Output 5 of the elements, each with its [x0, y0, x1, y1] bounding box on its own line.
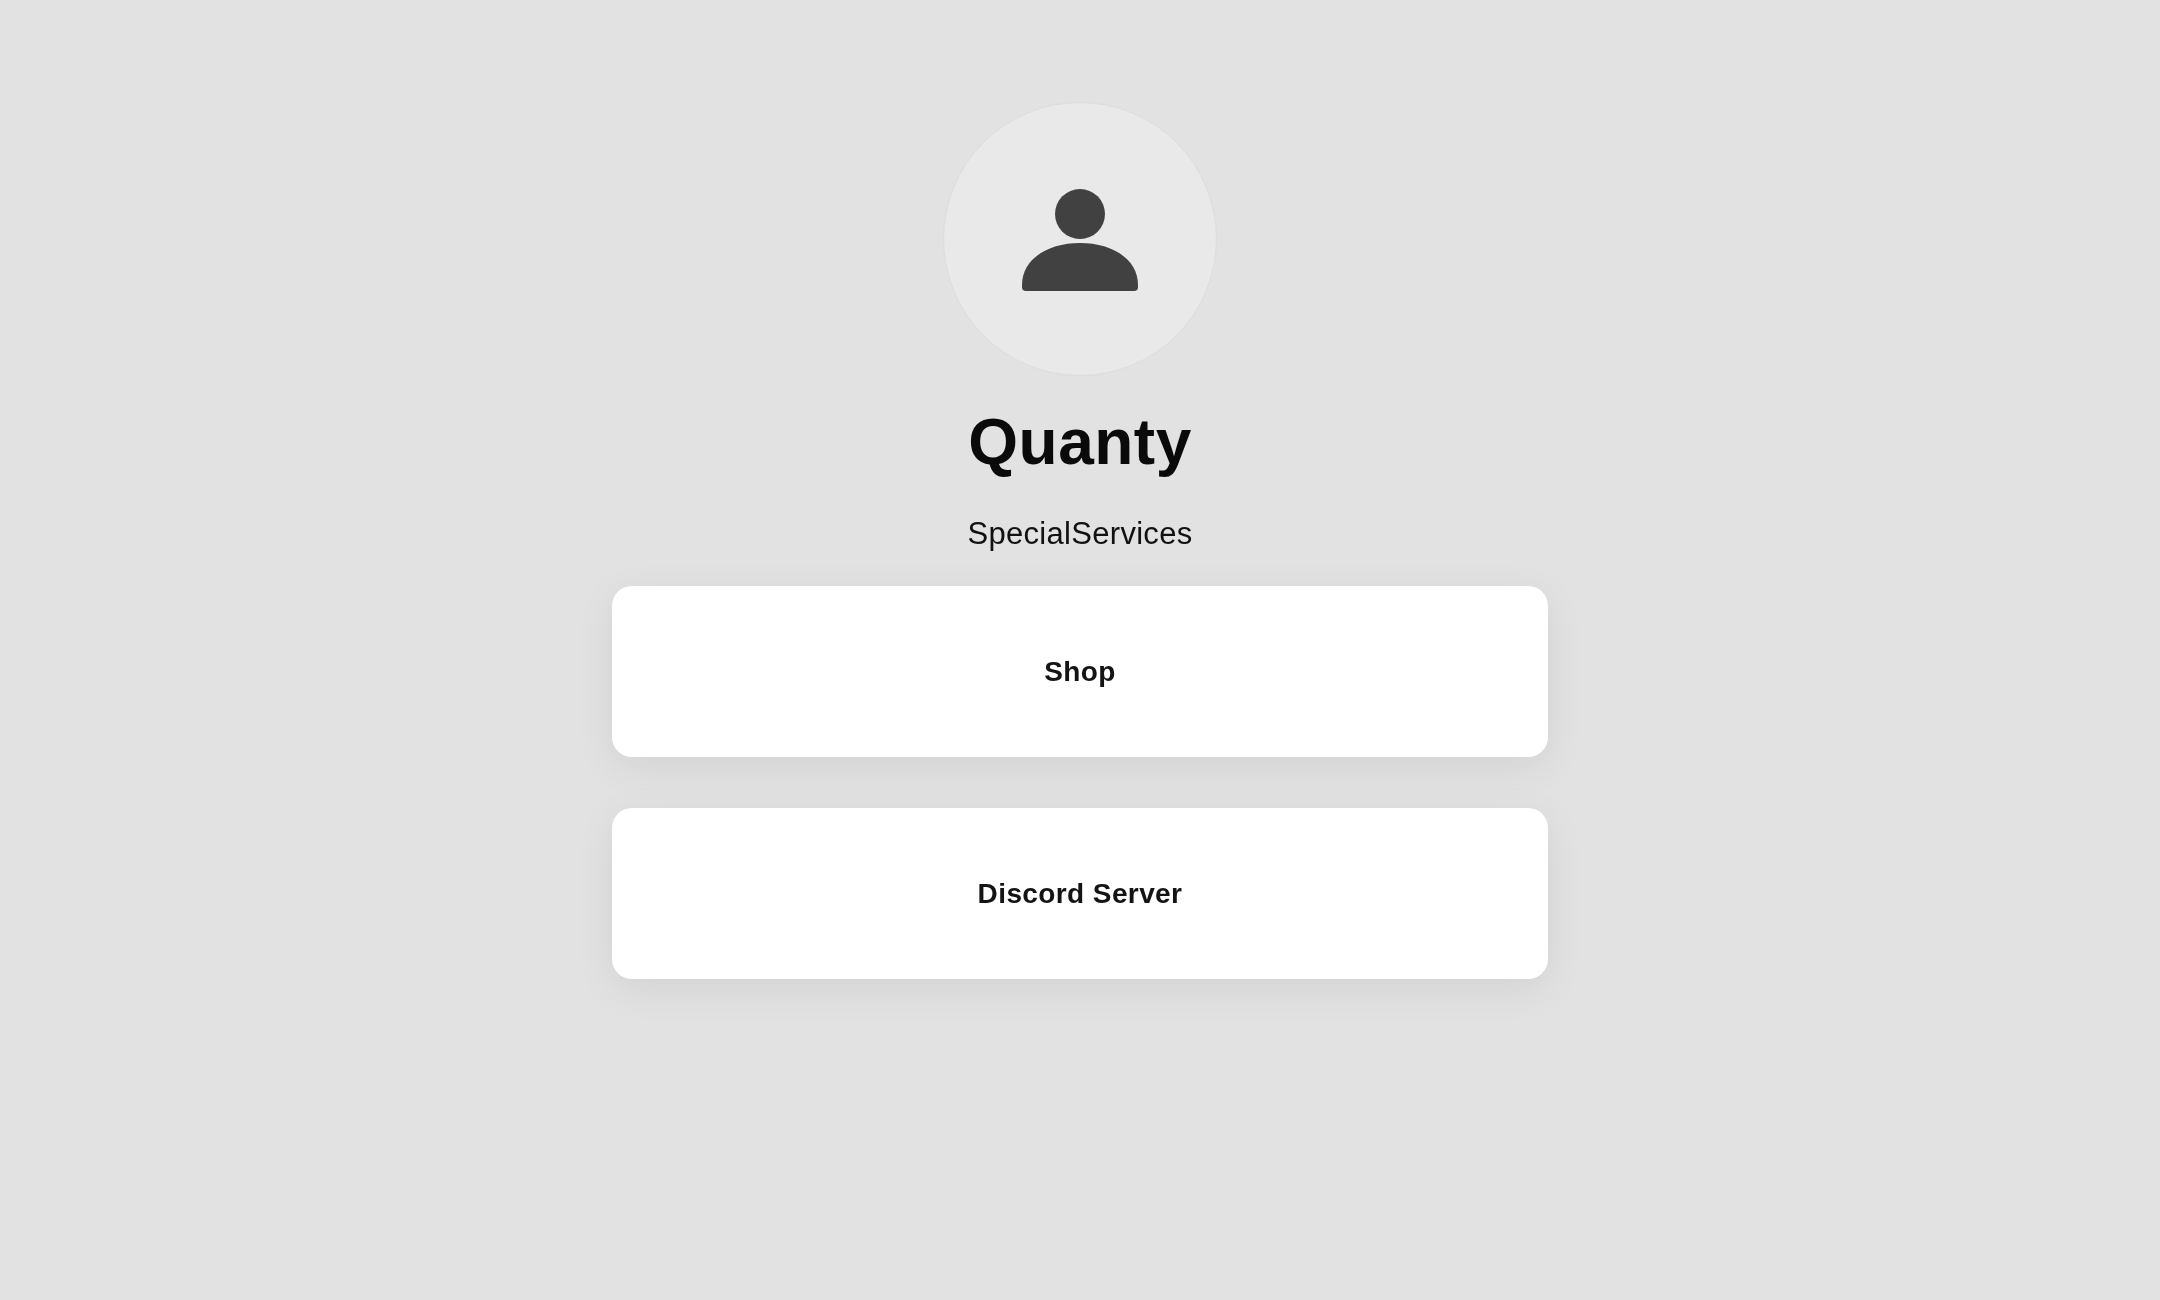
profile-name: Quanty	[968, 405, 1192, 480]
link-button[interactable]: Discord Server	[612, 808, 1548, 979]
person-icon	[1022, 189, 1138, 291]
link-button[interactable]: Shop	[612, 586, 1548, 757]
profile-bio: SpecialServices	[967, 515, 1193, 552]
